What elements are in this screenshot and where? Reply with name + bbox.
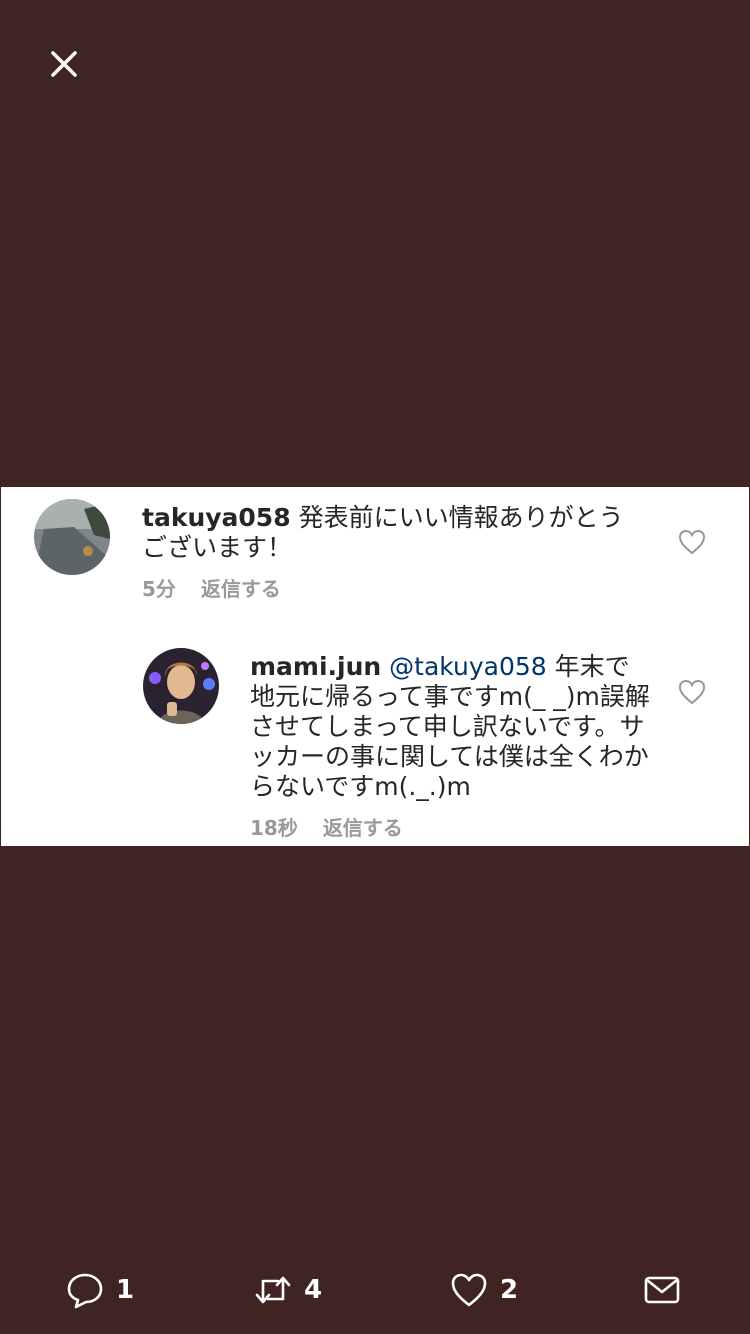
reply-link: 返信する: [200, 577, 281, 601]
retweet-button[interactable]: 4: [254, 1262, 322, 1318]
comment-meta: 5分 返信する: [142, 573, 281, 602]
heart-icon: [678, 529, 706, 555]
avatar: [143, 648, 219, 724]
retweet-icon: [255, 1276, 291, 1304]
comment-time: 18秒: [250, 816, 298, 840]
envelope-icon: [644, 1276, 680, 1304]
retweet-count: 4: [304, 1275, 323, 1305]
comment-time: 5分: [142, 577, 176, 601]
avatar: [34, 499, 110, 575]
tweet-action-bar: 1 4 2: [0, 1262, 750, 1318]
comment-meta: 18秒 返信する: [250, 812, 403, 841]
reply-icon: [67, 1273, 103, 1309]
like-count: 2: [500, 1275, 519, 1305]
close-icon: [51, 51, 77, 77]
comment-text: takuya058 発表前にいい情報ありがとうございます！: [142, 503, 647, 563]
reply-link: 返信する: [322, 816, 403, 840]
mention-link: @takuya058: [389, 652, 547, 681]
reply-count: 1: [116, 1275, 135, 1305]
comment-text: mami.jun @takuya058 年末で地元に帰るって事ですm(_ _)m…: [250, 652, 650, 802]
heart-icon: [678, 679, 706, 705]
comment-username: takuya058: [142, 503, 291, 532]
attached-image[interactable]: takuya058 発表前にいい情報ありがとうございます！ 5分 返信する ma…: [1, 487, 749, 846]
share-via-dm-button[interactable]: [643, 1262, 681, 1318]
heart-icon: [451, 1273, 487, 1307]
comment-username: mami.jun: [250, 652, 382, 681]
close-button[interactable]: [44, 44, 84, 84]
reply-button[interactable]: 1: [66, 1262, 134, 1318]
like-button[interactable]: 2: [450, 1262, 518, 1318]
